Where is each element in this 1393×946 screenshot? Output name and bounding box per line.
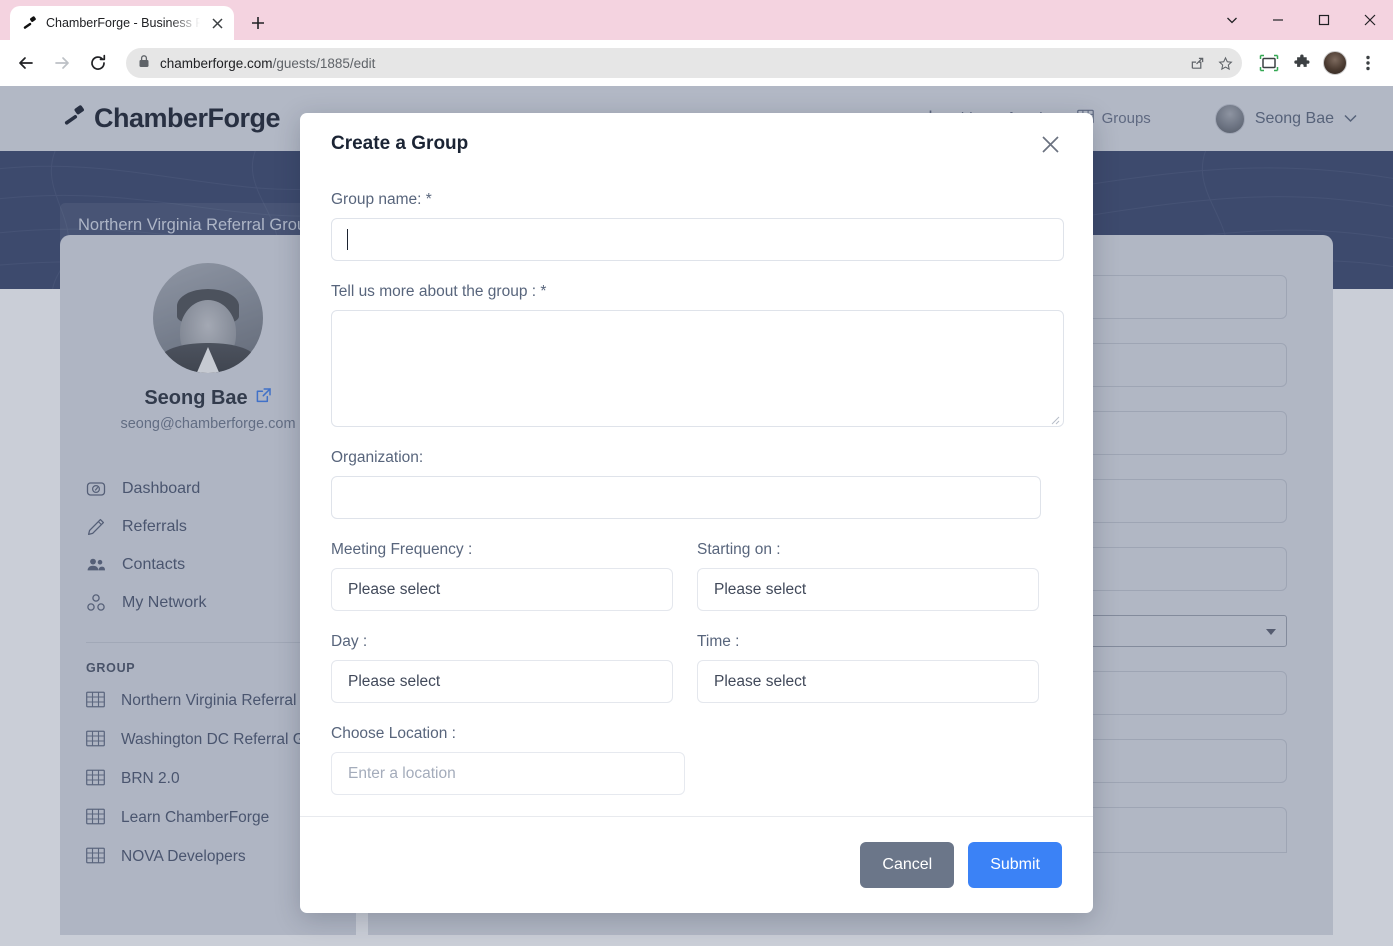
- day-label: Day :: [331, 633, 673, 651]
- share-icon[interactable]: [1184, 50, 1210, 76]
- text-cursor: [347, 229, 348, 250]
- row-day-time: Day : Please select Time : Please select: [331, 633, 1062, 703]
- tab-search-chevron-icon[interactable]: [1209, 0, 1255, 40]
- meeting-frequency-value: Please select: [348, 581, 440, 599]
- close-icon[interactable]: [1037, 131, 1063, 157]
- toolbar-right-icons: [1254, 48, 1383, 78]
- omnibox-actions: [1184, 48, 1238, 78]
- star-icon[interactable]: [1212, 50, 1238, 76]
- location-input[interactable]: [331, 752, 685, 795]
- field-day: Day : Please select: [331, 633, 673, 703]
- arrow-right-icon[interactable]: [46, 47, 78, 79]
- organization-input[interactable]: [331, 476, 1041, 519]
- field-about-group: Tell us more about the group : *: [331, 283, 1062, 427]
- maximize-button[interactable]: [1301, 0, 1347, 40]
- about-group-label: Tell us more about the group : *: [331, 283, 1062, 301]
- row-frequency-starting: Meeting Frequency : Please select Starti…: [331, 541, 1062, 611]
- modal-body: Group name: * Tell us more about the gro…: [300, 175, 1093, 816]
- day-select[interactable]: Please select: [331, 660, 673, 703]
- starting-on-select[interactable]: Please select: [697, 568, 1039, 611]
- tab-title: ChamberForge - Business Referra: [46, 16, 200, 30]
- meeting-frequency-select[interactable]: Please select: [331, 568, 673, 611]
- three-dot-menu-icon[interactable]: [1353, 48, 1383, 78]
- puzzle-piece-icon[interactable]: [1287, 48, 1317, 78]
- submit-button[interactable]: Submit: [968, 842, 1062, 888]
- field-group-name: Group name: *: [331, 191, 1062, 261]
- address-bar-url: chamberforge.com/guests/1885/edit: [160, 56, 375, 71]
- time-value: Please select: [714, 673, 806, 691]
- minimize-button[interactable]: [1255, 0, 1301, 40]
- gavel-icon: [22, 15, 38, 31]
- field-time: Time : Please select: [697, 633, 1039, 703]
- profile-avatar-icon[interactable]: [1320, 48, 1350, 78]
- location-label: Choose Location :: [331, 725, 1062, 743]
- modal-footer: Cancel Submit: [300, 816, 1093, 913]
- about-group-textarea[interactable]: [331, 310, 1064, 427]
- browser-tab-strip: ChamberForge - Business Referra: [0, 0, 1393, 40]
- browser-window: ChamberForge - Business Referra: [0, 0, 1393, 946]
- group-name-label: Group name: *: [331, 191, 1062, 209]
- address-bar[interactable]: chamberforge.com/guests/1885/edit: [126, 48, 1242, 78]
- page-viewport: ChamberForge Add a Referral: [0, 86, 1393, 946]
- close-window-button[interactable]: [1347, 0, 1393, 40]
- screen-capture-icon[interactable]: [1254, 48, 1284, 78]
- browser-toolbar: chamberforge.com/guests/1885/edit: [0, 40, 1393, 86]
- lock-icon: [138, 54, 150, 73]
- create-group-modal: Create a Group Group name: * Tell us mor…: [300, 113, 1093, 913]
- field-organization: Organization:: [331, 449, 1062, 519]
- starting-on-label: Starting on :: [697, 541, 1039, 559]
- reload-icon[interactable]: [82, 47, 114, 79]
- close-icon[interactable]: [208, 14, 226, 32]
- window-controls: [1209, 0, 1393, 40]
- cancel-button[interactable]: Cancel: [860, 842, 954, 888]
- time-select[interactable]: Please select: [697, 660, 1039, 703]
- group-name-input[interactable]: [331, 218, 1064, 261]
- day-value: Please select: [348, 673, 440, 691]
- modal-header: Create a Group: [300, 113, 1093, 175]
- meeting-frequency-label: Meeting Frequency :: [331, 541, 673, 559]
- field-meeting-frequency: Meeting Frequency : Please select: [331, 541, 673, 611]
- field-location: Choose Location :: [331, 725, 1062, 795]
- starting-on-value: Please select: [714, 581, 806, 599]
- browser-tab[interactable]: ChamberForge - Business Referra: [10, 6, 234, 40]
- field-starting-on: Starting on : Please select: [697, 541, 1039, 611]
- modal-title: Create a Group: [331, 133, 468, 155]
- arrow-left-icon[interactable]: [10, 47, 42, 79]
- time-label: Time :: [697, 633, 1039, 651]
- organization-label: Organization:: [331, 449, 1062, 467]
- new-tab-button[interactable]: [244, 9, 272, 37]
